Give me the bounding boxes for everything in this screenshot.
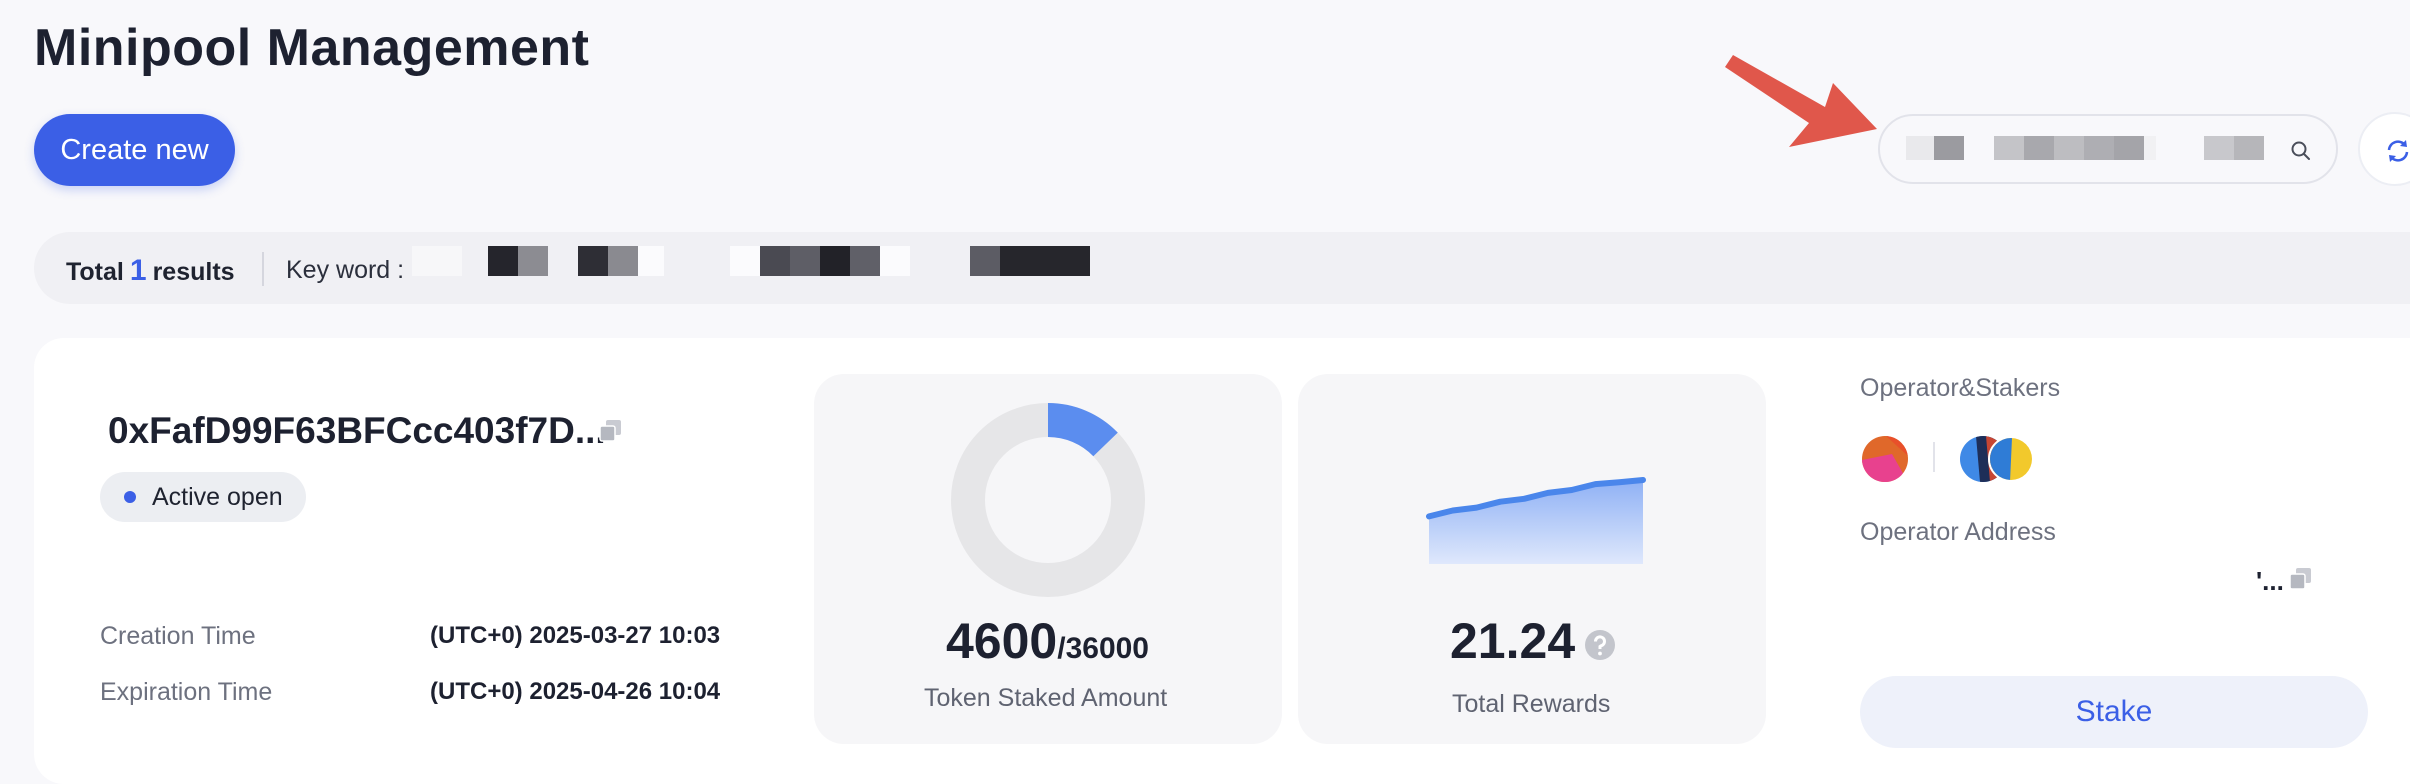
creation-time-value: (UTC+0) 2025-03-27 10:03 <box>430 622 721 649</box>
results-prefix: Total <box>66 258 124 286</box>
divider <box>262 252 264 286</box>
stake-button[interactable]: Stake <box>1860 676 2368 748</box>
staked-amount: 4600/36000 <box>946 612 1149 670</box>
staked-total: /36000 <box>1057 632 1149 665</box>
search-box[interactable] <box>1878 114 2338 184</box>
expiration-time-label: Expiration Time <box>100 678 273 706</box>
help-icon[interactable] <box>1584 629 1616 661</box>
rewards-amount: 21.24 <box>1450 613 1576 669</box>
operator-avatar-image <box>1862 436 1908 482</box>
status-badge: Active open <box>100 472 306 522</box>
sparkline-area <box>1429 480 1643 564</box>
staker-avatar-2[interactable] <box>1988 436 2034 482</box>
results-suffix: results <box>152 258 235 286</box>
creation-time-label: Creation Time <box>100 622 256 650</box>
avatar-divider <box>1933 442 1935 472</box>
status-text: Active open <box>152 483 283 511</box>
operator-address-value: '... <box>2256 566 2284 596</box>
operator-stakers-label: Operator&Stakers <box>1860 374 2061 402</box>
page-title: Minipool Management <box>34 19 590 77</box>
refresh-button[interactable] <box>2358 112 2410 186</box>
results-count: 1 <box>129 254 147 287</box>
create-new-button[interactable]: Create new <box>34 114 235 186</box>
operator-avatar[interactable] <box>1862 436 1908 482</box>
staked-caption: Token Staked Amount <box>924 684 1168 712</box>
rewards-sparkline <box>1426 477 1646 564</box>
staked-value: 4600 <box>946 613 1058 669</box>
expiration-time-value: (UTC+0) 2025-04-26 10:04 <box>430 678 721 705</box>
rewards-caption: Total Rewards <box>1452 690 1611 718</box>
results-total: Total 1 results <box>66 254 235 288</box>
operator-copy-icon[interactable] <box>2288 566 2314 592</box>
staked-donut <box>951 403 1145 597</box>
donut-fill <box>1047 403 1118 457</box>
status-dot <box>124 491 136 503</box>
operator-address-label: Operator Address <box>1860 518 2056 546</box>
search-icon[interactable] <box>2290 140 2312 162</box>
copy-icon[interactable] <box>598 418 624 444</box>
refresh-icon <box>2387 140 2409 162</box>
annotation-arrow <box>1725 55 1877 147</box>
keyword-label: Key word : <box>286 256 405 284</box>
results-bar: Total 1 results Key word : <box>34 232 2410 304</box>
minipool-address: 0xFafD99F63BFCcc403f7D... <box>108 410 606 451</box>
